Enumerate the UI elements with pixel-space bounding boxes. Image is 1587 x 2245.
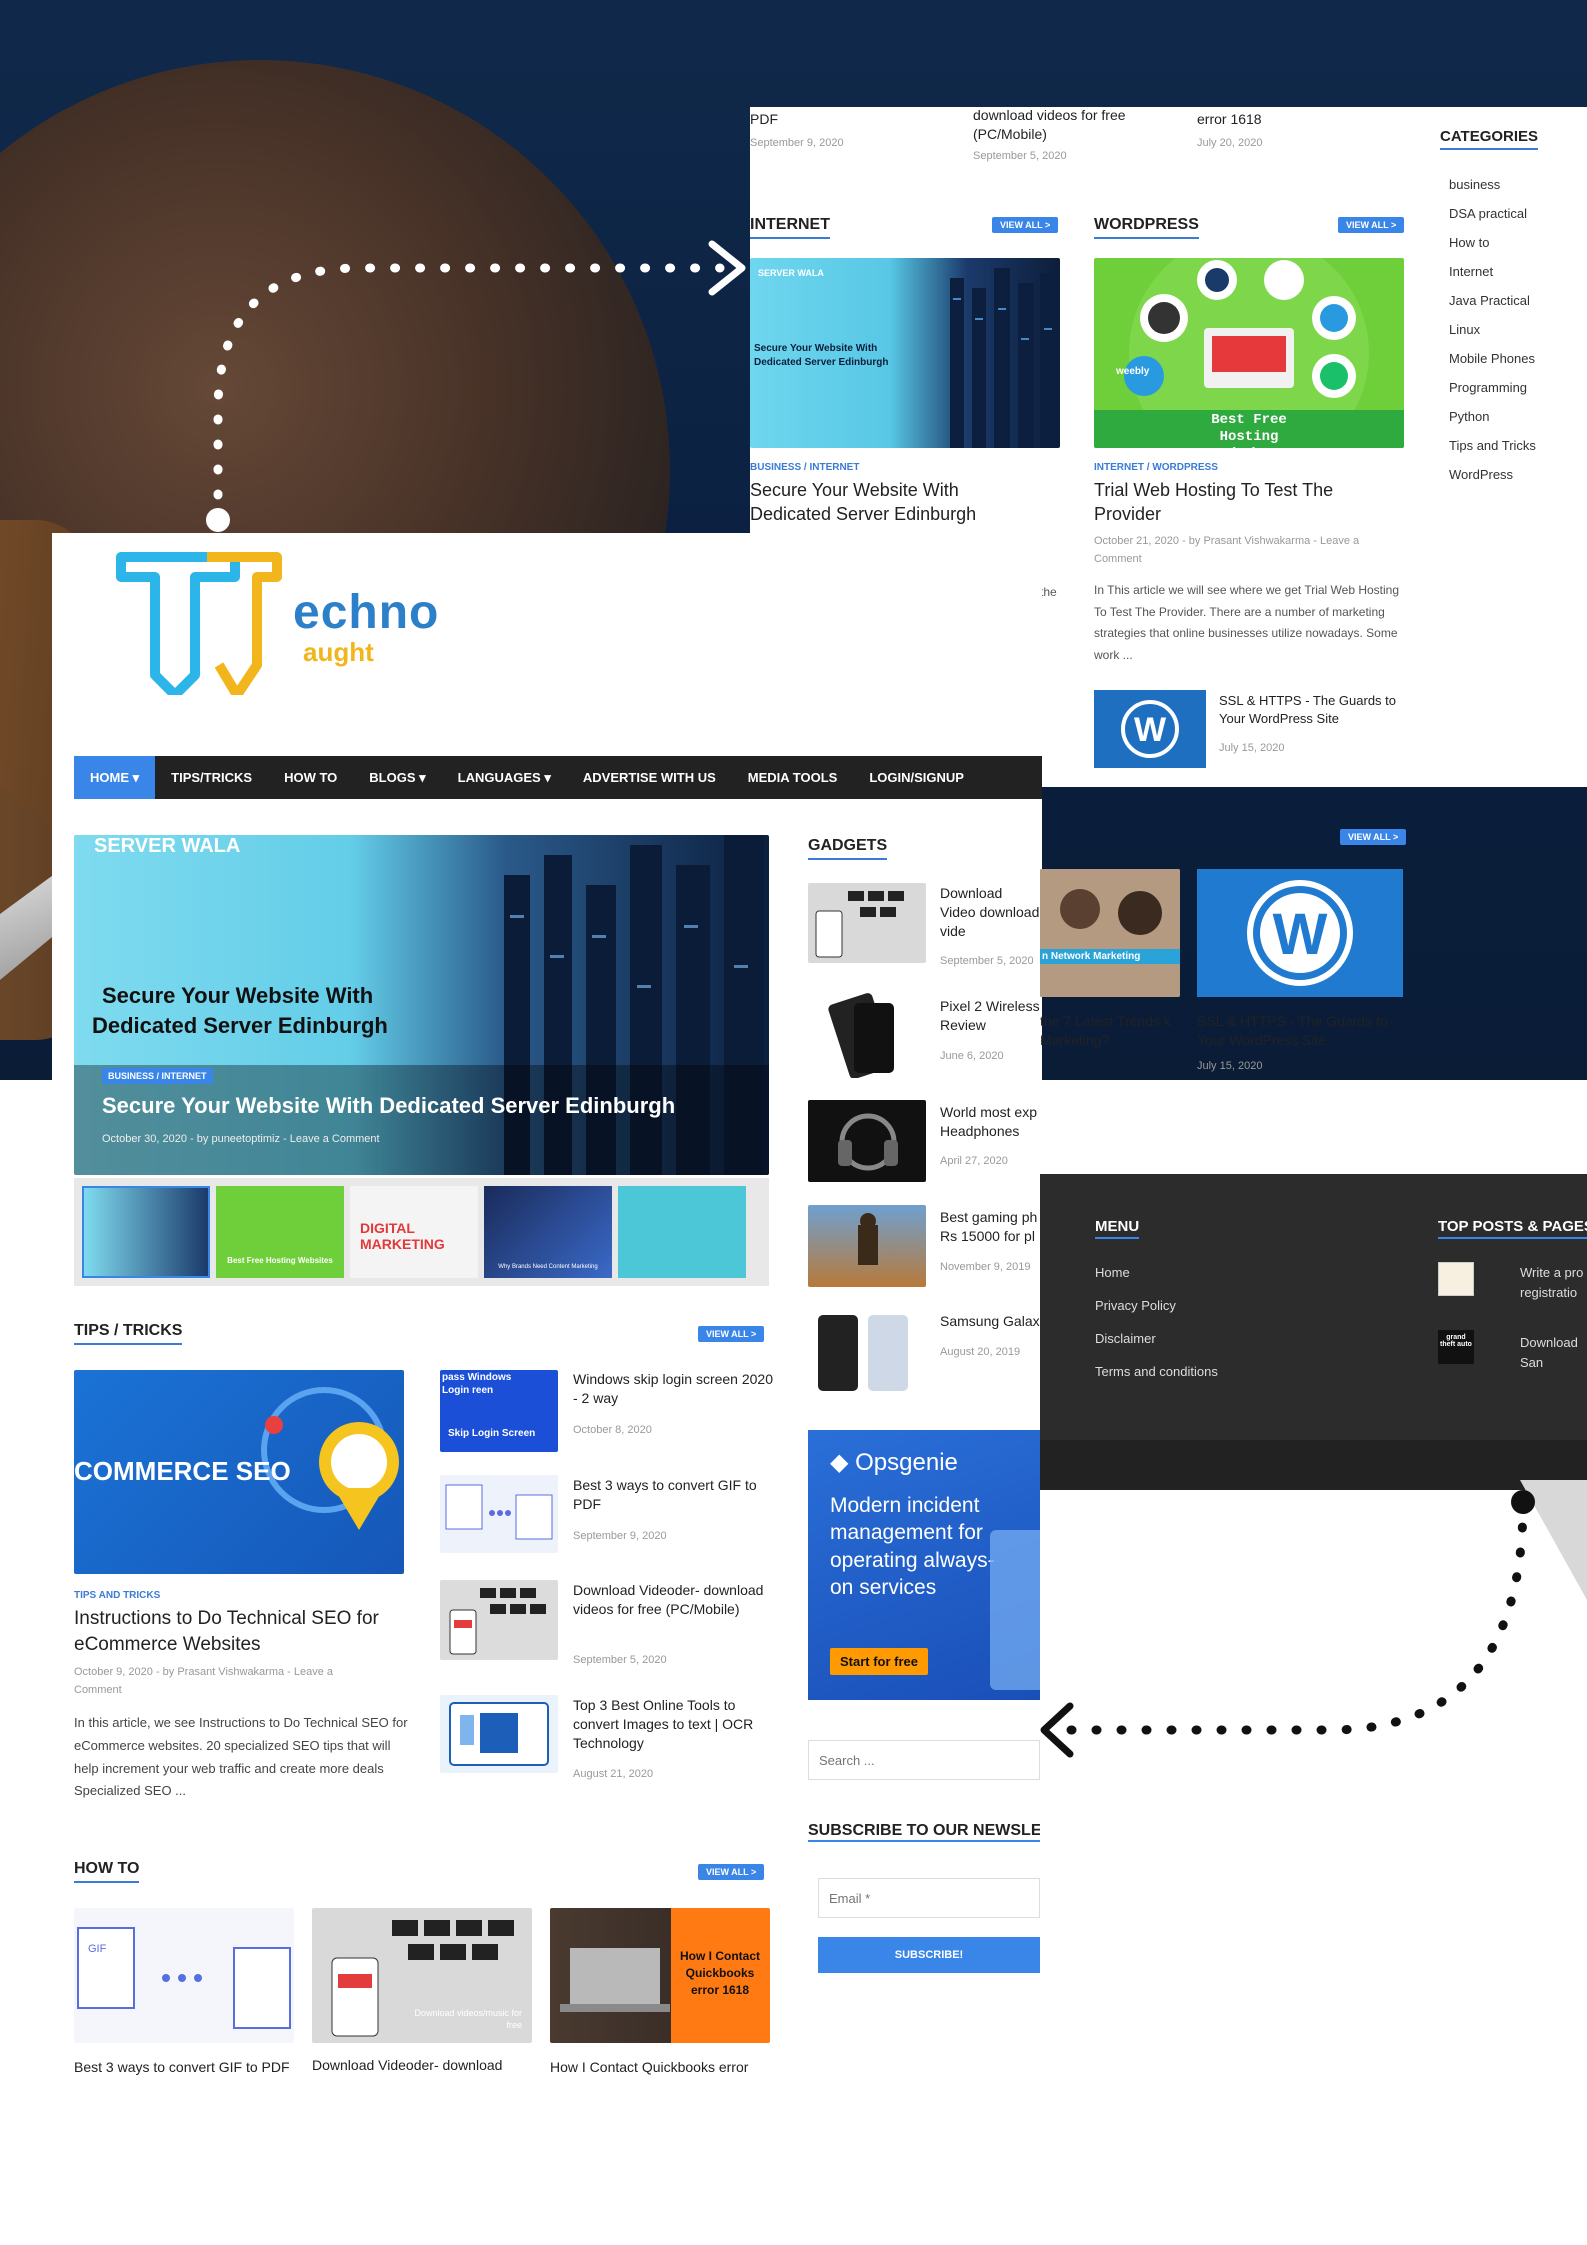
poster: PDF September 9, 2020 download videos fo… xyxy=(0,0,1587,2245)
arrow-origin-dot-bottom xyxy=(1511,1490,1535,1514)
dotted-arrow-path-top xyxy=(213,263,725,525)
arrow-origin-dot-top xyxy=(206,508,230,532)
dotted-arrows xyxy=(206,240,1535,1758)
arrow-head-left-icon xyxy=(1040,1702,1074,1758)
dotted-arrow-path-bottom xyxy=(1055,1497,1528,1735)
